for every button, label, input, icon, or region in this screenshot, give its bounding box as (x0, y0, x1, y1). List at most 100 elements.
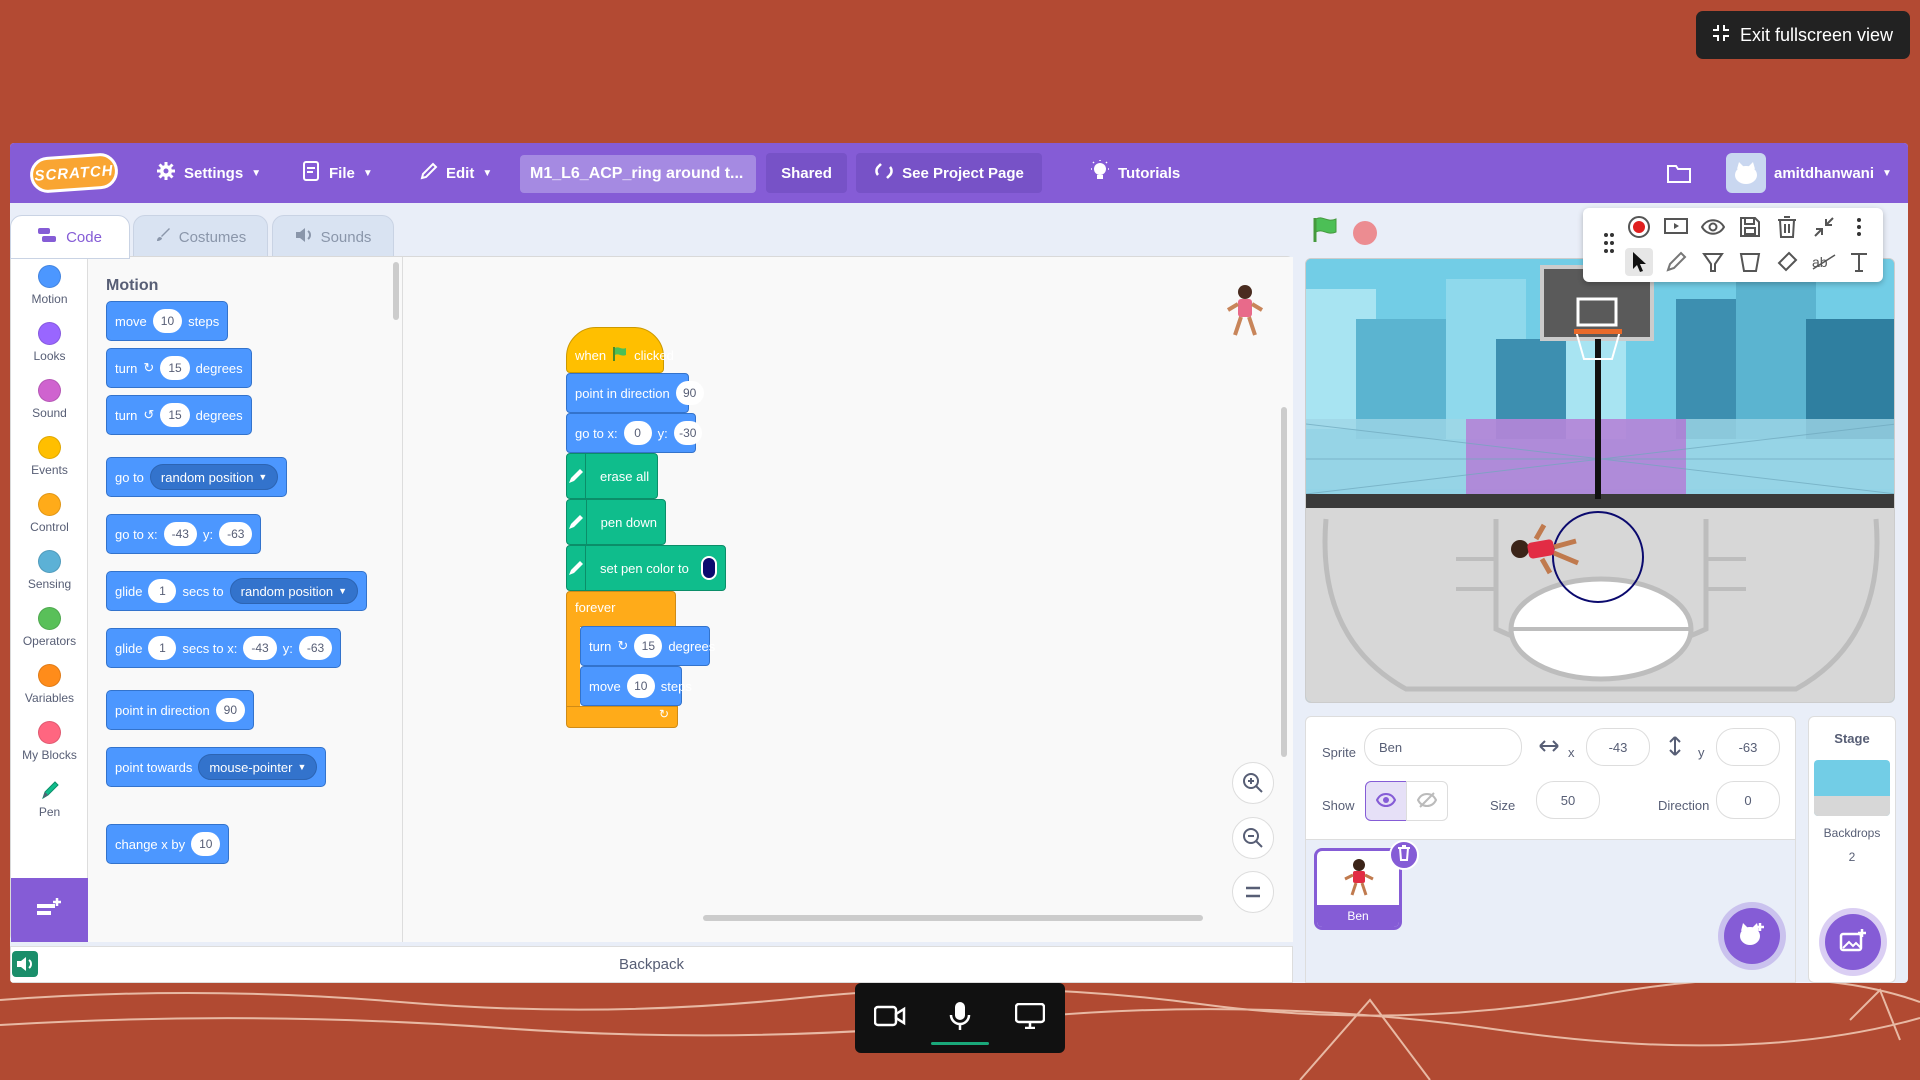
block-input[interactable]: 10 (191, 832, 221, 856)
zoom-in-icon[interactable] (1232, 762, 1274, 804)
zoom-out-icon[interactable] (1232, 817, 1274, 859)
delete-sprite-button[interactable] (1389, 840, 1419, 870)
exit-fullscreen-button[interactable]: Exit fullscreen view (1696, 11, 1910, 59)
color-swatch[interactable] (700, 556, 717, 580)
y-input[interactable]: -63 (1716, 728, 1780, 766)
vertical-scrollbar[interactable] (1281, 407, 1287, 757)
settings-menu[interactable]: Settings ▼ (156, 143, 261, 203)
block-input[interactable]: 90 (675, 381, 704, 405)
direction-input[interactable]: 0 (1716, 781, 1780, 819)
block-turn-left[interactable]: turn ↺ 15 degrees (106, 395, 252, 435)
block-input[interactable]: -43 (243, 636, 277, 660)
category-sound[interactable]: Sound (11, 379, 88, 420)
block-input[interactable]: 15 (160, 356, 190, 380)
stage-selector[interactable]: Stage Backdrops 2 (1808, 716, 1896, 983)
project-title-input[interactable]: M1_L6_ACP_ring around t... (520, 155, 756, 193)
category-sensing[interactable]: Sensing (11, 550, 88, 591)
block-point-in-direction[interactable]: point in direction 90 (566, 373, 704, 413)
block-input[interactable]: 1 (148, 579, 177, 603)
block-input[interactable]: -43 (163, 522, 197, 546)
collapse-icon[interactable] (1810, 213, 1838, 241)
screen-share-button[interactable] (1005, 993, 1055, 1043)
save-icon[interactable] (1736, 213, 1764, 241)
drag-handle-icon[interactable] (1595, 229, 1623, 257)
block-point-towards[interactable]: point towards mouse-pointer ▼ (106, 747, 327, 787)
category-variables[interactable]: Variables (11, 664, 88, 705)
block-input[interactable]: -63 (219, 522, 253, 546)
block-glide-xy[interactable]: glide 1 secs to x: -43 y: -63 (106, 628, 342, 668)
block-input[interactable]: -63 (298, 636, 333, 660)
block-goto-random[interactable]: go to random position ▼ (106, 457, 288, 497)
tab-code[interactable]: Code (10, 215, 130, 259)
category-operators[interactable]: Operators (11, 607, 88, 648)
block-dropdown[interactable]: random position ▼ (149, 464, 279, 490)
category-control[interactable]: Control (11, 493, 88, 534)
category-motion[interactable]: Motion (11, 265, 88, 306)
block-goto-xy[interactable]: go to x: -43 y: -63 (106, 514, 262, 554)
block-input[interactable]: 15 (160, 403, 190, 427)
block-input[interactable]: 90 (215, 698, 246, 722)
block-input[interactable]: 0 (623, 421, 652, 445)
category-events[interactable]: Events (11, 436, 88, 477)
eraser-icon[interactable] (1773, 248, 1801, 276)
tutorials-button[interactable]: Tutorials (1090, 143, 1180, 203)
category-looks[interactable]: Looks (11, 322, 88, 363)
block-point-in-direction[interactable]: point in direction 90 (106, 690, 255, 730)
tab-sounds[interactable]: Sounds (272, 215, 394, 259)
add-extension-button[interactable] (11, 878, 88, 942)
block-goto-xy[interactable]: go to x: 0 y: -30 (566, 413, 702, 453)
block-erase-all[interactable]: erase all (566, 453, 658, 499)
marker-icon[interactable] (1662, 248, 1690, 276)
more-vertical-icon[interactable] (1845, 213, 1873, 241)
green-flag-button[interactable] (1310, 215, 1340, 250)
block-turn-right[interactable]: turn ↻ 15 degrees (580, 626, 715, 666)
text-tool-icon[interactable] (1845, 248, 1873, 276)
presentation-icon[interactable] (1662, 213, 1690, 241)
sprite-tile-ben[interactable]: Ben (1314, 848, 1402, 930)
eye-icon[interactable] (1699, 213, 1727, 241)
category-my-blocks[interactable]: My Blocks (11, 721, 88, 762)
block-input[interactable]: 1 (148, 636, 177, 660)
backpack[interactable]: Backpack (10, 946, 1293, 983)
block-pen-down[interactable]: pen down (566, 499, 666, 545)
palette-scrollbar[interactable] (393, 262, 399, 320)
trash-icon[interactable] (1773, 213, 1801, 241)
block-turn-right[interactable]: turn ↻ 15 degrees (106, 348, 252, 388)
scratch-logo[interactable]: SCRATCH (28, 151, 120, 195)
block-move-steps[interactable]: move 10 steps (106, 301, 229, 341)
block-set-pen-color[interactable]: set pen color to (566, 545, 726, 591)
my-stuff-folder-icon[interactable] (1666, 143, 1692, 203)
sprite-name-input[interactable]: Ben (1364, 728, 1522, 766)
shared-button[interactable]: Shared (766, 153, 847, 193)
zoom-reset-icon[interactable] (1232, 871, 1274, 913)
sprite-ben[interactable] (1506, 519, 1596, 584)
block-input[interactable]: 10 (152, 309, 183, 333)
x-input[interactable]: -43 (1586, 728, 1650, 766)
block-dropdown[interactable]: random position ▼ (229, 578, 359, 604)
text-strike-icon[interactable]: ab (1810, 248, 1838, 276)
size-input[interactable]: 50 (1536, 781, 1600, 819)
add-backdrop-button[interactable] (1825, 914, 1881, 970)
camera-button[interactable] (865, 993, 915, 1043)
block-change-x[interactable]: change x by 10 (106, 824, 230, 864)
show-visible-button[interactable] (1365, 781, 1407, 821)
highlighter-icon[interactable] (1699, 248, 1727, 276)
account-menu[interactable]: amitdhanwani ▼ (1726, 143, 1892, 203)
block-glide-random[interactable]: glide 1 secs to random position ▼ (106, 571, 368, 611)
show-hidden-button[interactable] (1406, 781, 1448, 821)
block-input[interactable]: 15 (634, 634, 663, 658)
block-input[interactable]: -30 (673, 421, 702, 445)
block-move-steps[interactable]: move 10 steps (580, 666, 692, 706)
edit-menu[interactable]: Edit ▼ (420, 143, 492, 203)
add-sprite-button[interactable] (1724, 908, 1780, 964)
stop-button[interactable] (1353, 221, 1377, 245)
stage-canvas[interactable] (1305, 258, 1895, 703)
block-input[interactable]: 10 (626, 674, 655, 698)
microphone-button[interactable] (931, 993, 989, 1045)
see-project-page-button[interactable]: See Project Page (856, 153, 1042, 193)
block-when-flag-clicked[interactable]: when clicked (566, 327, 674, 373)
funnel-icon[interactable] (1736, 248, 1764, 276)
record-icon[interactable] (1625, 213, 1653, 241)
block-dropdown[interactable]: mouse-pointer ▼ (198, 754, 318, 780)
category-pen[interactable]: Pen (11, 778, 88, 819)
